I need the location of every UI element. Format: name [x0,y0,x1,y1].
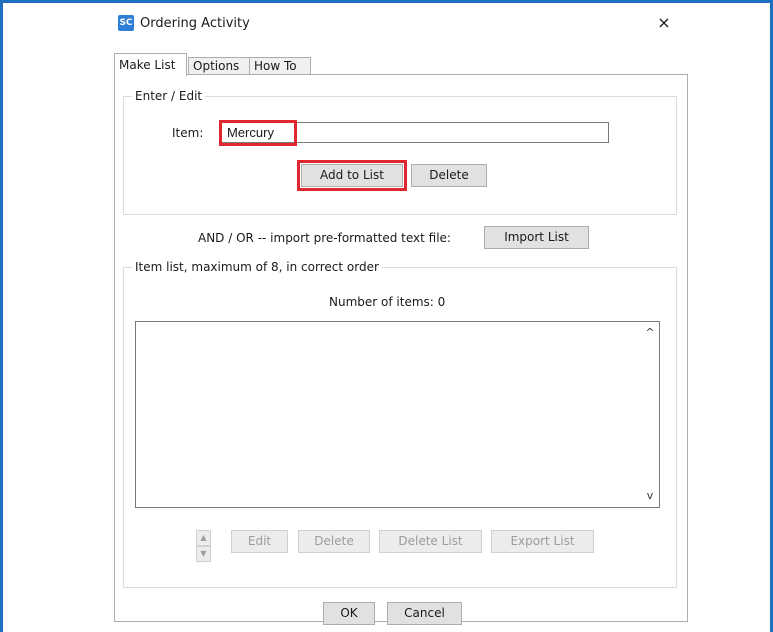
delete-list-item-button[interactable]: Delete [298,530,370,553]
import-list-button[interactable]: Import List [484,226,589,249]
item-listbox[interactable]: ^ v [135,321,660,508]
move-down-button[interactable]: ▼ [196,546,211,562]
title-bar: SC Ordering Activity × [112,6,690,38]
window-title: Ordering Activity [140,16,250,31]
move-up-button[interactable]: ▲ [196,530,211,546]
add-to-list-button[interactable]: Add to List [301,164,403,187]
scroll-down-arrow[interactable]: v [643,489,657,503]
import-label: AND / OR -- import pre-formatted text fi… [198,231,451,245]
close-icon[interactable]: × [649,10,679,36]
item-count: Number of items: 0 [329,295,446,309]
make-list-panel: Enter / Edit Item: Mercury Add to List D… [114,74,688,622]
item-list-legend: Item list, maximum of 8, in correct orde… [135,260,379,274]
scroll-up-arrow[interactable]: ^ [643,326,657,340]
delete-list-button[interactable]: Delete List [379,530,482,553]
edit-button[interactable]: Edit [231,530,288,553]
enter-edit-legend: Enter / Edit [135,89,203,103]
ok-button[interactable]: OK [323,602,375,625]
item-label: Item: [172,126,204,140]
enter-edit-group: Enter / Edit [123,89,677,215]
delete-item-button[interactable]: Delete [411,164,487,187]
item-input[interactable]: Mercury [221,122,609,143]
export-list-button[interactable]: Export List [491,530,594,553]
ordering-activity-dialog: SC Ordering Activity × Make List Options… [112,6,690,632]
cancel-button[interactable]: Cancel [387,602,462,625]
tab-make-list[interactable]: Make List [114,53,187,76]
app-icon: SC [118,15,134,31]
